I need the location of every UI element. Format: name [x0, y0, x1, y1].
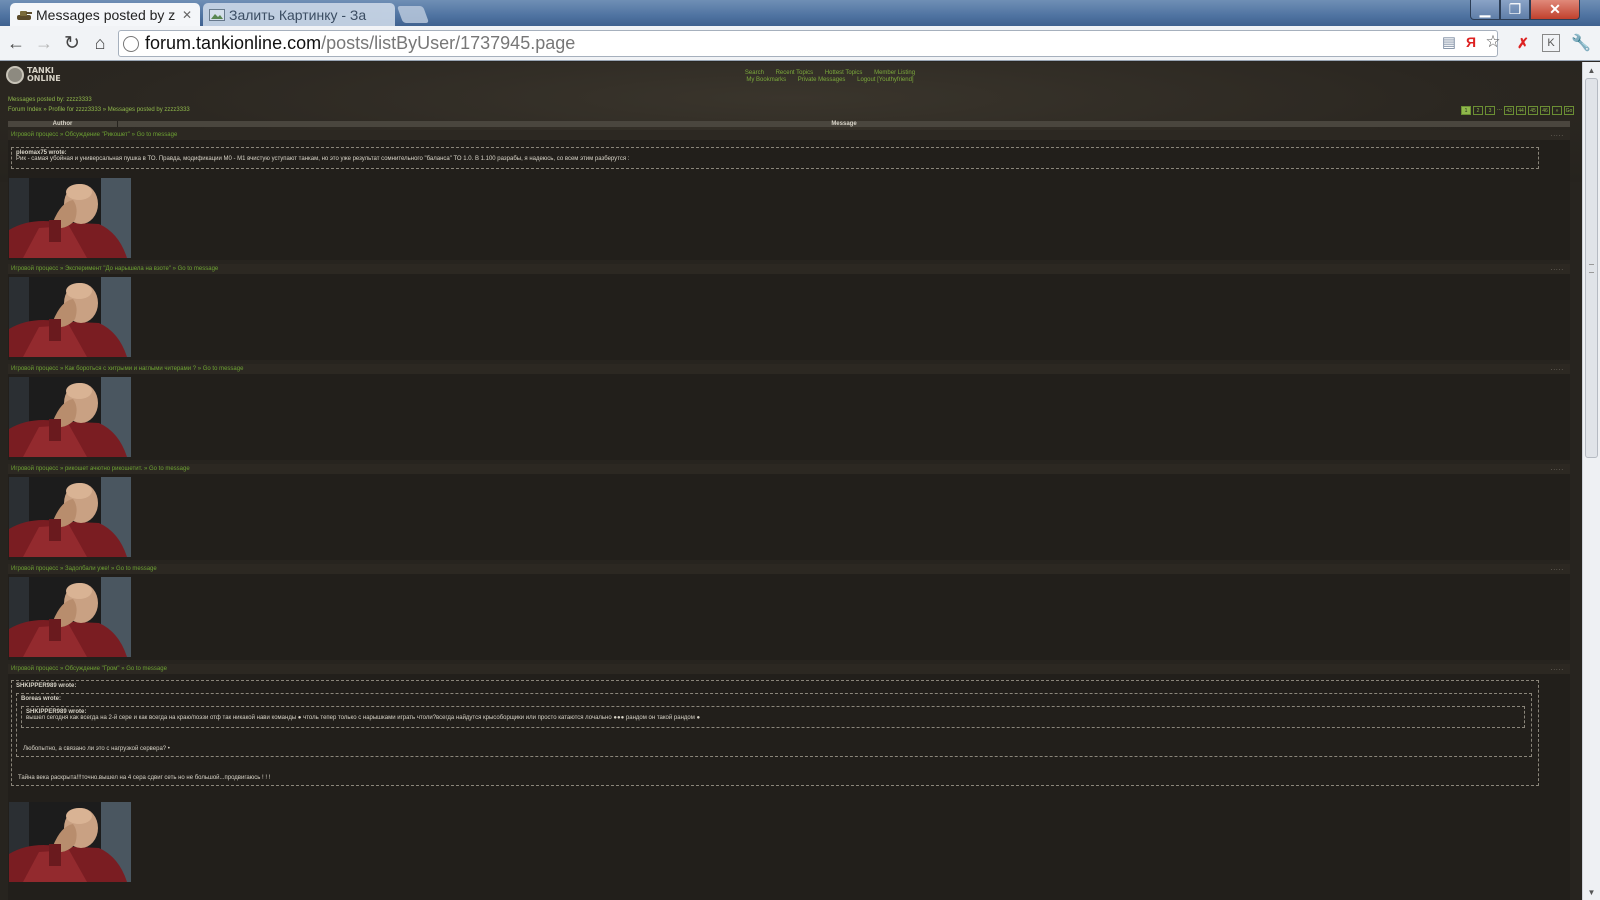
- nested-quote-block: Boreas wrote: SHKIPPER989 wrote: вышел с…: [16, 693, 1532, 757]
- scroll-thumb[interactable]: [1585, 78, 1598, 458]
- scroll-down-arrow-icon[interactable]: ▼: [1583, 884, 1600, 900]
- page-link[interactable]: 43: [1504, 106, 1514, 115]
- post-options-icon[interactable]: .....: [1551, 264, 1564, 274]
- vertical-scrollbar[interactable]: ▲ ▼: [1582, 62, 1600, 900]
- top-navigation: Search Recent Topics Hottest Topics Memb…: [720, 70, 940, 84]
- post: Игровой процесс » Обсуждение "Рикошет" »…: [8, 130, 1570, 260]
- logo-line2: ONLINE: [27, 74, 61, 83]
- tab-label: Залить Картинку - За: [229, 6, 367, 23]
- post-header: Игровой процесс » Задолбали уже! » Go to…: [8, 564, 1570, 574]
- new-tab-button[interactable]: [396, 6, 430, 23]
- nav-hottest-topics[interactable]: Hottest Topics: [825, 70, 863, 76]
- extension-k-icon[interactable]: K: [1542, 34, 1560, 52]
- wrench-menu-icon[interactable]: 🔧: [1571, 34, 1591, 52]
- inner-quote-text: вышел сегодня как всегда на 2-й сере и к…: [26, 715, 701, 721]
- post-topic-link[interactable]: Игровой процесс » рикошет ачютно рикошет…: [11, 466, 190, 472]
- column-headers: Author Message: [8, 121, 1570, 127]
- browser-toolbar: ← → ↻ ⌂ forum.tankionline.com/posts/list…: [0, 26, 1600, 61]
- facepalm-image: [9, 477, 131, 557]
- post-options-icon[interactable]: .....: [1551, 564, 1564, 574]
- post-header: Игровой процесс » Как бороться с хитрыми…: [8, 364, 1570, 374]
- facepalm-image: [9, 377, 131, 457]
- page-link[interactable]: 1: [1460, 106, 1471, 115]
- quote-block: SHKIPPER989 wrote: Boreas wrote: SHKIPPE…: [11, 680, 1539, 786]
- tab-label: Messages posted by z: [36, 6, 176, 23]
- page-title: Messages posted by: zzzz3333: [8, 97, 92, 103]
- globe-icon: [123, 35, 139, 52]
- nav-member-listing[interactable]: Member Listing: [874, 70, 915, 76]
- image-favicon-icon: [209, 7, 225, 23]
- tab-messages[interactable]: Messages posted by z ✕: [10, 3, 200, 26]
- yandex-icon[interactable]: Я: [1462, 33, 1480, 51]
- post-topic-link[interactable]: Игровой процесс » Эксперимент "До нарыше…: [11, 266, 218, 272]
- page-link[interactable]: 44: [1516, 106, 1526, 115]
- page-link[interactable]: 3: [1484, 106, 1495, 115]
- post-header: Игровой процесс » Эксперимент "До нарыше…: [8, 264, 1570, 274]
- post-topic-link[interactable]: Игровой процесс » Задолбали уже! » Go to…: [11, 566, 157, 572]
- post: Игровой процесс » рикошет ачютно рикошет…: [8, 464, 1570, 560]
- url-host: forum.tankionline.com: [145, 33, 322, 53]
- nested-quote-author: Boreas wrote:: [21, 696, 62, 702]
- page-viewport: TANKI ONLINE Search Recent Topics Hottest…: [0, 62, 1582, 900]
- tanki-logo[interactable]: TANKI ONLINE: [6, 66, 61, 84]
- post: Игровой процесс » Задолбали уже! » Go to…: [8, 564, 1570, 660]
- page-link[interactable]: 45: [1528, 106, 1538, 115]
- scroll-up-arrow-icon[interactable]: ▲: [1583, 62, 1600, 78]
- tank-favicon-icon: [16, 7, 32, 23]
- quote-block: pleomax75 wrote: Рик - самая убойная и у…: [11, 147, 1539, 169]
- page-action-icon[interactable]: ▤: [1440, 33, 1458, 51]
- bookmark-star-icon[interactable]: ☆: [1484, 32, 1502, 51]
- breadcrumb[interactable]: Forum Index » Profile for zzzz3333 » Mes…: [8, 107, 190, 113]
- post-header: Игровой процесс » рикошет ачютно рикошет…: [8, 464, 1570, 474]
- logo-emblem-icon: [6, 66, 24, 84]
- home-icon[interactable]: ⌂: [88, 31, 112, 55]
- nav-private-messages[interactable]: Private Messages: [798, 77, 846, 83]
- close-window-button[interactable]: ✕: [1530, 0, 1580, 20]
- reload-icon[interactable]: ↻: [60, 31, 84, 55]
- post-topic-link[interactable]: Игровой процесс » Обсуждение "Рикошет" »…: [11, 132, 177, 138]
- facepalm-image: [9, 802, 131, 882]
- post-options-icon[interactable]: .....: [1551, 130, 1564, 140]
- nav-search[interactable]: Search: [745, 70, 764, 76]
- nav-logout[interactable]: Logout [Youthyfriend]: [857, 77, 914, 83]
- next-page-button[interactable]: »: [1552, 106, 1562, 115]
- post-options-icon[interactable]: .....: [1551, 664, 1564, 674]
- post-options-icon[interactable]: .....: [1551, 464, 1564, 474]
- extension-icon[interactable]: ✗: [1514, 34, 1532, 52]
- tab-close-icon[interactable]: ✕: [180, 8, 194, 22]
- post-header: Игровой процесс » Обсуждение "Гром" » Go…: [8, 664, 1570, 674]
- nav-recent-topics[interactable]: Recent Topics: [776, 70, 814, 76]
- url-path: /posts/listByUser/1737945.page: [321, 33, 576, 53]
- post: Игровой процесс » Как бороться с хитрыми…: [8, 364, 1570, 460]
- address-bar[interactable]: forum.tankionline.com/posts/listByUser/1…: [118, 30, 1498, 57]
- minimize-button[interactable]: ▁: [1470, 0, 1500, 20]
- forward-arrow-icon[interactable]: →: [32, 31, 56, 55]
- quote-text: Тайна века раскрыта!!!точно.вышел на 4 с…: [18, 775, 271, 781]
- message-column-header: Message: [831, 121, 857, 127]
- post-header: Игровой процесс » Обсуждение "Рикошет" »…: [8, 130, 1570, 140]
- post-options-icon[interactable]: .....: [1551, 364, 1564, 374]
- quote-text: Рик - самая убойная и универсальная пушк…: [16, 156, 630, 162]
- nav-bookmarks[interactable]: My Bookmarks: [746, 77, 786, 83]
- tab-image-upload[interactable]: Залить Картинку - За: [203, 3, 395, 26]
- facepalm-image: [9, 277, 131, 357]
- post: Игровой процесс » Эксперимент "До нарыше…: [8, 264, 1570, 360]
- maximize-button[interactable]: ❐: [1500, 0, 1530, 20]
- back-arrow-icon[interactable]: ←: [4, 31, 28, 55]
- page-link[interactable]: 2: [1472, 106, 1483, 115]
- page-link[interactable]: 46: [1540, 106, 1550, 115]
- post: Игровой процесс » Обсуждение "Гром" » Go…: [8, 664, 1570, 900]
- post-topic-link[interactable]: Игровой процесс » Как бороться с хитрыми…: [11, 366, 243, 372]
- facepalm-image: [9, 577, 131, 657]
- author-column-header: Author: [8, 121, 118, 127]
- post-topic-link[interactable]: Игровой процесс » Обсуждение "Гром" » Go…: [11, 666, 167, 672]
- quote-author: SHKIPPER989 wrote:: [16, 683, 77, 689]
- facepalm-image: [9, 178, 131, 258]
- nested-quote-text: Любопытно, а связано ли это с нагрузкой …: [23, 746, 170, 752]
- go-button[interactable]: Go: [1564, 106, 1574, 115]
- pagination: 1 2 3 ... 43 44 45 46 » Go: [1460, 106, 1574, 115]
- nested-quote-block-inner: SHKIPPER989 wrote: вышел сегодня как все…: [21, 706, 1525, 728]
- browser-titlebar: Messages posted by z ✕ Залить Картинку -…: [0, 0, 1600, 26]
- page-ellipsis: ...: [1496, 106, 1502, 112]
